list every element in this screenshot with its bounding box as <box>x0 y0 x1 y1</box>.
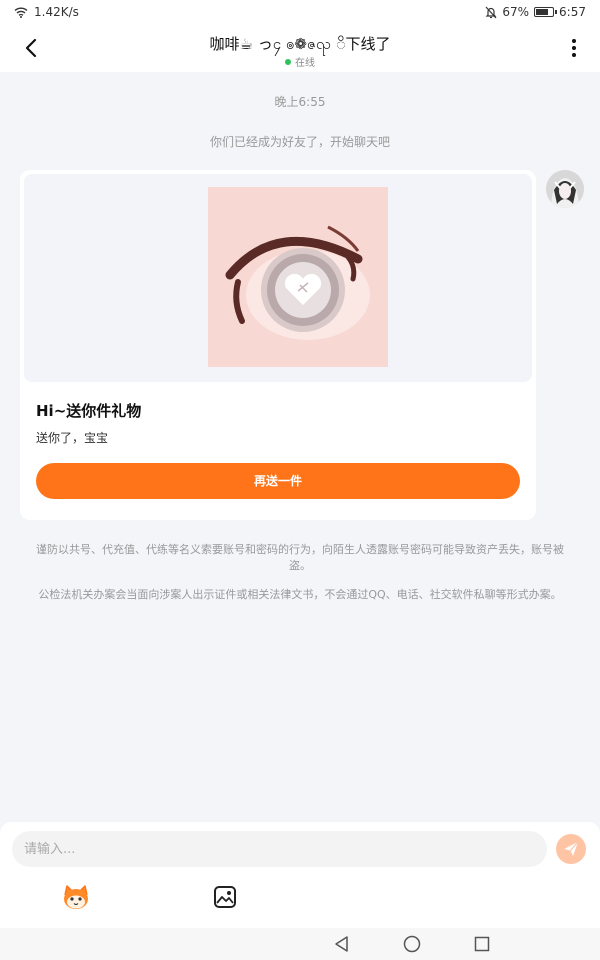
gift-title: Hi~送你件礼物 <box>36 402 142 420</box>
message-input[interactable] <box>12 831 547 867</box>
net-speed: 1.42K/s <box>34 5 79 19</box>
user-avatar-image <box>546 170 584 208</box>
more-button[interactable] <box>560 34 588 62</box>
gift-image-area <box>24 174 532 382</box>
triangle-back-icon <box>335 936 348 952</box>
more-vertical-icon <box>572 39 576 57</box>
mute-bell-icon <box>485 6 497 18</box>
send-button[interactable] <box>556 834 586 864</box>
clock: 6:57 <box>559 5 586 19</box>
status-left: 1.42K/s <box>14 5 79 19</box>
online-status: 在线 <box>0 54 600 69</box>
nav-back-button[interactable] <box>332 934 352 954</box>
system-nav-bar <box>0 928 600 960</box>
nav-home-button[interactable] <box>402 934 422 954</box>
emoji-icon <box>64 885 88 909</box>
police-notice: 公检法机关办案会当面向涉案人出示证件或相关法律文书，不会通过QQ、电话、社交软件… <box>38 588 562 601</box>
send-icon <box>564 841 579 856</box>
gift-description: 送你了，宝宝 <box>36 431 109 445</box>
system-message: 你们已经成为好友了，开始聊天吧 <box>209 135 390 149</box>
status-right: 67% 6:57 <box>485 5 586 19</box>
emoji-button[interactable] <box>61 883 91 911</box>
square-recents-icon <box>474 936 490 952</box>
battery-fill <box>536 9 549 15</box>
battery-percent: 67% <box>502 5 530 19</box>
gift-image[interactable] <box>208 187 388 367</box>
anime-eye-illustration <box>208 187 388 367</box>
gift-message-card[interactable]: Hi~送你件礼物 送你了，宝宝 再送一件 <box>20 170 536 520</box>
security-warning: 谨防以共号、代充值、代练等名义索要账号和密码的行为，向陌生人透露账号密码可能导致… <box>36 543 564 572</box>
image-icon <box>214 886 236 908</box>
wifi-icon <box>14 7 28 18</box>
online-status-label: 在线 <box>295 58 315 69</box>
circle-home-icon <box>403 935 421 953</box>
status-bar: 1.42K/s 67% 6:57 <box>0 0 600 24</box>
avatar[interactable] <box>546 170 584 208</box>
battery-icon <box>534 7 557 17</box>
online-dot-icon <box>285 59 291 65</box>
nav-recents-button[interactable] <box>472 934 492 954</box>
message-time: 晚上6:55 <box>274 95 326 109</box>
chat-header: 咖啡☕ っ၄ ၜ❁ဇၺ ိ下线了 在线 <box>0 24 600 72</box>
input-panel <box>0 822 600 928</box>
send-again-button[interactable]: 再送一件 <box>36 463 520 499</box>
image-button[interactable] <box>212 884 238 910</box>
